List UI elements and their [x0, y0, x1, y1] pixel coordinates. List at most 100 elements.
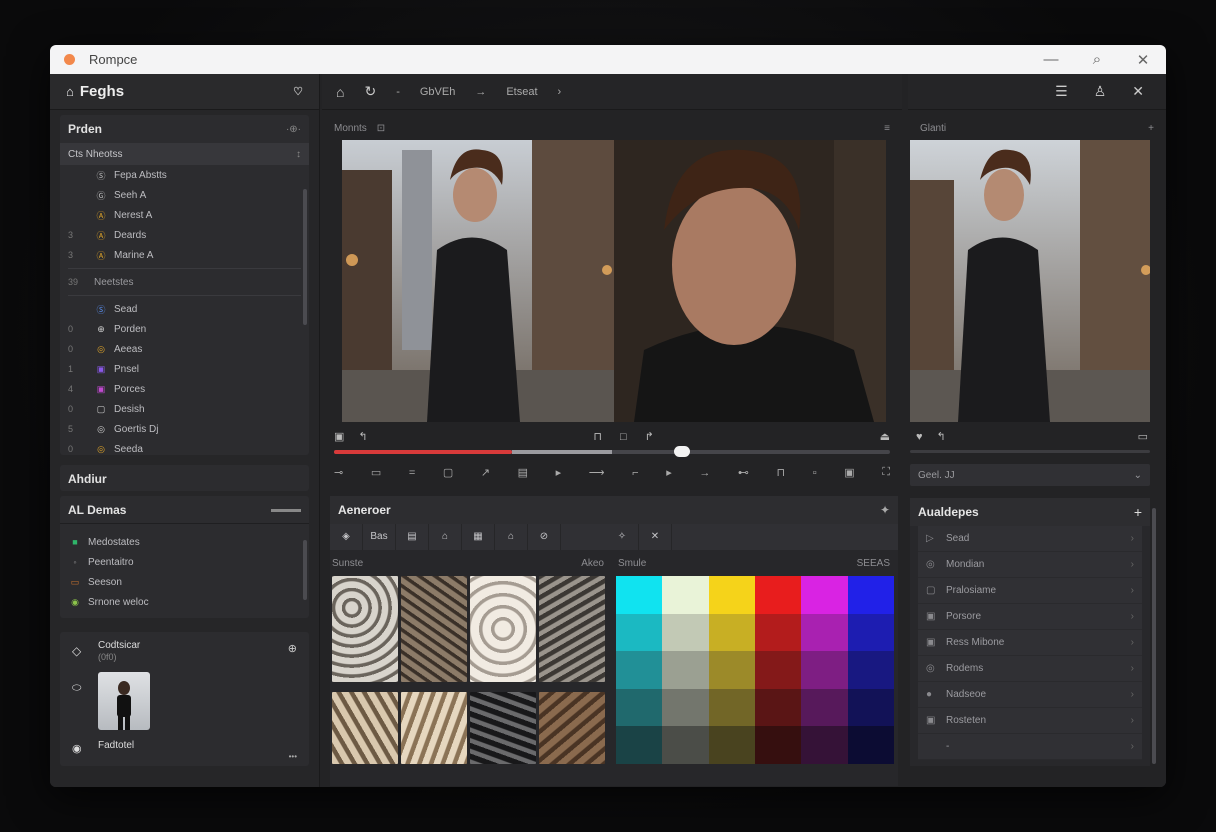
timeline-knob[interactable]	[674, 446, 690, 457]
thumbnail-icon[interactable]: ▣	[334, 430, 344, 443]
menu-icon[interactable]: ☰	[1055, 83, 1068, 100]
asset-list-item[interactable]: ▣ Ress Mibone ›	[918, 630, 1142, 656]
sidebar-item[interactable]: Ⓖ Seeh A	[60, 185, 309, 205]
sidebar-item[interactable]: Ⓢ Sead	[60, 299, 309, 319]
asset-tab[interactable]: ⌂	[429, 524, 462, 550]
timeline-scrubber[interactable]	[334, 446, 890, 457]
color-swatch[interactable]	[708, 613, 755, 652]
add-icon[interactable]: ✦	[880, 503, 890, 517]
color-swatch[interactable]	[754, 726, 802, 764]
preset-select[interactable]: Geel. JJ ⌄	[910, 464, 1150, 486]
home-icon[interactable]: ⌂	[336, 84, 344, 100]
heart-icon[interactable]: ♥	[916, 431, 923, 443]
redo-icon[interactable]: ↱	[645, 430, 654, 443]
sidebar-item[interactable]: 0 ⊕ Porden	[60, 319, 309, 339]
menu-icon[interactable]: ≡	[884, 123, 890, 134]
character-thumbnail[interactable]	[98, 672, 150, 730]
minimize-icon[interactable]: —	[1042, 51, 1060, 68]
texture-thumbnail[interactable]	[470, 576, 536, 682]
color-swatch[interactable]	[801, 688, 848, 727]
color-swatch-grid[interactable]	[616, 576, 894, 764]
texture-thumbnail[interactable]	[401, 576, 467, 682]
chevron-right-icon[interactable]: ›	[558, 86, 562, 98]
color-swatch[interactable]	[662, 688, 709, 727]
sidebar-item[interactable]: 3 Ⓐ Marine A	[60, 245, 309, 265]
window-dot-icon[interactable]	[64, 54, 75, 65]
asset-tab[interactable]: ⌂	[495, 524, 528, 550]
forward-icon[interactable]: →	[699, 467, 710, 479]
sidebar-item[interactable]: 0 ◎ Seeda	[60, 439, 309, 459]
color-swatch[interactable]	[616, 688, 663, 727]
preview-image-left[interactable]	[342, 140, 614, 422]
diamond-icon[interactable]: ◇	[72, 644, 81, 658]
settings-icon[interactable]: ⊕	[288, 642, 297, 655]
color-swatch[interactable]	[616, 651, 663, 689]
frame-icon[interactable]: ▭	[371, 466, 381, 479]
color-swatch[interactable]	[801, 651, 848, 689]
radio-icon[interactable]: ◉	[72, 742, 82, 755]
cut-icon[interactable]: ✕	[639, 524, 672, 550]
color-swatch[interactable]	[708, 576, 755, 614]
add-icon[interactable]: +	[1148, 123, 1154, 134]
color-swatch[interactable]	[847, 688, 894, 727]
box-icon[interactable]: ⊓	[777, 466, 786, 479]
color-swatch[interactable]	[662, 651, 709, 689]
texture-thumbnail[interactable]	[539, 692, 605, 764]
sidebar-item[interactable]: Ⓢ Fepa Abstts	[60, 165, 309, 185]
color-swatch[interactable]	[708, 688, 755, 727]
list-item[interactable]: Peentaitro	[88, 557, 134, 568]
close-icon[interactable]: ✕	[1134, 51, 1152, 69]
texture-thumbnail[interactable]	[470, 692, 536, 764]
save-icon[interactable]: ▤	[518, 466, 528, 479]
color-swatch[interactable]	[847, 576, 894, 614]
asset-tab[interactable]: ◈	[330, 524, 363, 550]
color-swatch[interactable]	[616, 576, 663, 614]
stop-icon[interactable]: □	[620, 431, 627, 443]
panel-menu-icon[interactable]: ▬▬▬	[271, 504, 301, 515]
close-icon[interactable]: ✕	[1132, 83, 1144, 100]
texture-thumbnail[interactable]	[539, 576, 605, 682]
asset-list-item[interactable]: - ›	[918, 734, 1142, 760]
color-swatch[interactable]	[616, 726, 663, 764]
sidebar-item[interactable]: 4 ▣ Porces	[60, 379, 309, 399]
screen-icon[interactable]: ▭	[1138, 430, 1148, 443]
undo-icon[interactable]: ↰	[937, 430, 946, 443]
asset-list-item[interactable]: ● Nadseoe ›	[918, 682, 1142, 708]
more-label[interactable]: •••	[289, 752, 297, 761]
color-swatch[interactable]	[662, 576, 709, 614]
list-item[interactable]: Seeson	[88, 577, 122, 588]
sidebar-item[interactable]: 3 Ⓐ Deards	[60, 225, 309, 245]
asset-list-item[interactable]: ▣ Rosteten ›	[918, 708, 1142, 734]
asset-tab[interactable]: ▦	[462, 524, 495, 550]
film-icon[interactable]: ▣	[844, 466, 854, 479]
heart-icon[interactable]: ♡	[293, 85, 303, 98]
breadcrumb-item[interactable]: GbVEh	[420, 86, 455, 98]
upload-icon[interactable]: ⏏	[880, 430, 890, 443]
trim-icon[interactable]: ⊸	[334, 466, 343, 479]
color-swatch[interactable]	[801, 726, 848, 764]
preview-image-center[interactable]	[614, 140, 886, 422]
lock-icon[interactable]: ▫	[813, 467, 817, 479]
texture-thumbnail[interactable]	[332, 692, 398, 764]
color-swatch[interactable]	[847, 613, 894, 652]
asset-list-item[interactable]: ▷ Sead ›	[918, 526, 1142, 552]
asset-tab[interactable]: Bas	[363, 524, 396, 550]
color-swatch[interactable]	[801, 576, 848, 614]
undo-icon[interactable]: ↰	[358, 430, 367, 443]
magic-icon[interactable]: ✧	[606, 524, 639, 550]
color-swatch[interactable]	[754, 688, 802, 727]
toggle-icon[interactable]: ⬭	[72, 682, 81, 695]
crop-icon[interactable]: ⊓	[593, 430, 602, 443]
asset-list-item[interactable]: ◎ Mondian ›	[918, 552, 1142, 578]
key-icon[interactable]: ⊷	[738, 466, 749, 479]
color-swatch[interactable]	[662, 613, 709, 652]
asset-tab[interactable]: ⊘	[528, 524, 561, 550]
curve-icon[interactable]: ↗	[481, 466, 490, 479]
bracket-icon[interactable]: ⌐	[632, 467, 638, 479]
list-item[interactable]: Srnone weloc	[88, 597, 149, 608]
texture-thumbnail[interactable]	[332, 576, 398, 682]
play-icon[interactable]: ▸	[556, 466, 562, 479]
asset-tab[interactable]: ▤	[396, 524, 429, 550]
play-icon[interactable]: ▸	[666, 466, 672, 479]
fullscreen-icon[interactable]: ⛶	[882, 466, 890, 479]
